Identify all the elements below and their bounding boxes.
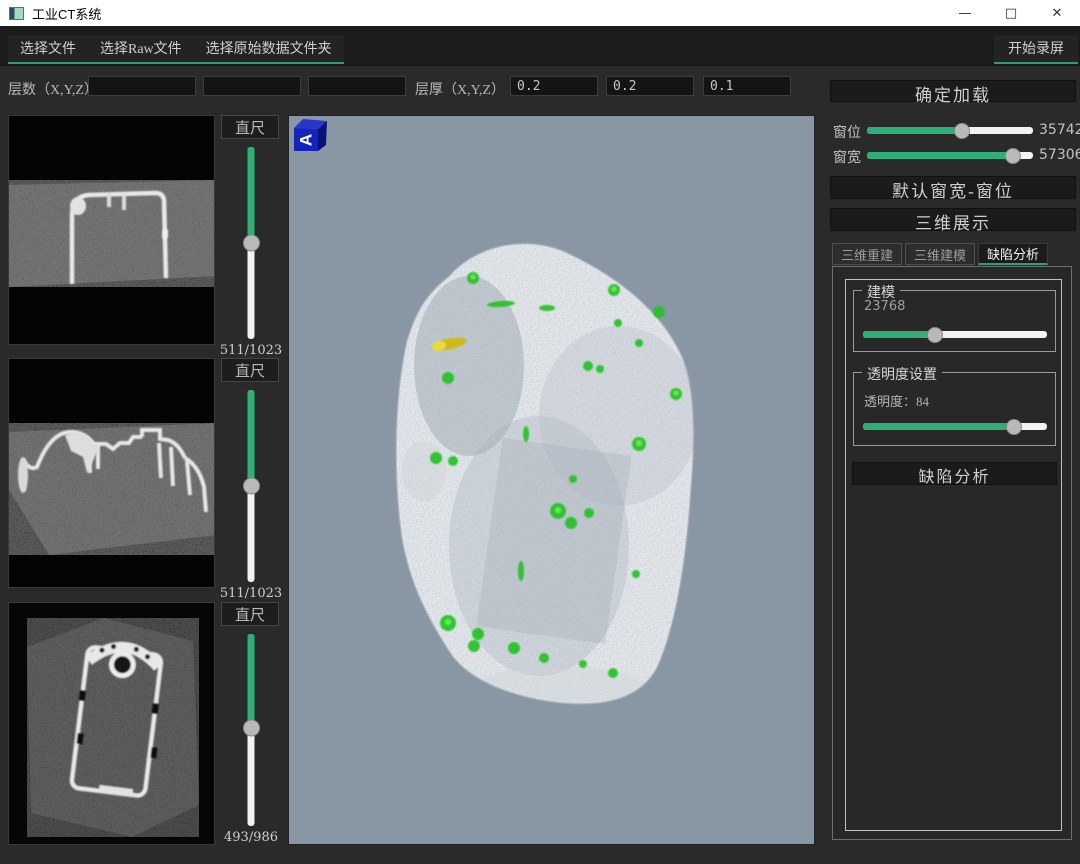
tab-3d-modeling[interactable]: 三维建模 xyxy=(905,243,975,265)
close-button[interactable]: ✕ xyxy=(1034,0,1080,26)
opacity-slider-handle[interactable] xyxy=(1006,419,1022,435)
select-raw-data-folder-button[interactable]: 选择原始数据文件夹 xyxy=(194,35,344,62)
slice-y-slider[interactable] xyxy=(248,390,255,582)
ruler-button-y[interactable]: 直尺 xyxy=(221,358,279,382)
modeling-groupbox: 建模 23768 xyxy=(853,290,1056,352)
ct-slice-view-x[interactable] xyxy=(8,115,215,345)
thickness-y-input[interactable] xyxy=(606,76,694,96)
slice-z-slider-group: 直尺 493/986 xyxy=(218,602,284,847)
slice-z-slider[interactable] xyxy=(248,634,255,826)
slice-x-slider-group: 直尺 511/1023 xyxy=(218,115,284,360)
defect-analysis-panel: 建模 23768 透明度设置 透明度：84 缺陷分析 xyxy=(832,266,1072,840)
defect-analysis-frame: 建模 23768 透明度设置 透明度：84 缺陷分析 xyxy=(845,279,1062,831)
default-window-button[interactable]: 默认窗宽-窗位 xyxy=(830,176,1076,199)
app-icon xyxy=(9,7,24,20)
ruler-button-z[interactable]: 直尺 xyxy=(221,602,279,626)
layers-label: 层数（X,Y,Z） xyxy=(8,79,98,99)
app-window: 工业CT系统 — □ ✕ 选择文件 选择Raw文件 选择原始数据文件夹 开始录屏… xyxy=(0,0,1080,864)
modeling-slider[interactable] xyxy=(863,331,1047,338)
modeling-slider-handle[interactable] xyxy=(927,327,943,343)
confirm-load-button[interactable]: 确定加载 xyxy=(830,80,1076,102)
display-3d-button[interactable]: 三维展示 xyxy=(830,208,1076,231)
slice-y-position: 511/1023 xyxy=(218,586,284,601)
select-raw-file-button[interactable]: 选择Raw文件 xyxy=(88,35,194,62)
ct-slice-view-y[interactable] xyxy=(8,358,215,588)
defect-analysis-button[interactable]: 缺陷分析 xyxy=(852,462,1057,485)
slice-z-slider-handle[interactable] xyxy=(243,720,260,737)
ct-slice-view-z[interactable] xyxy=(8,602,215,845)
window-width-slider[interactable] xyxy=(867,152,1033,159)
slice-z-position: 493/986 xyxy=(218,830,284,845)
minimize-button[interactable]: — xyxy=(942,0,988,26)
svg-text:A: A xyxy=(296,134,315,146)
render-viewport-3d[interactable]: A xyxy=(288,115,815,845)
ruler-button-x[interactable]: 直尺 xyxy=(221,115,279,139)
window-title: 工业CT系统 xyxy=(32,4,101,23)
window-level-value: 35742 xyxy=(1039,122,1080,138)
ct-slice-image-y xyxy=(9,359,215,588)
slice-x-position: 511/1023 xyxy=(218,343,284,358)
layers-x-input[interactable] xyxy=(88,76,196,96)
orientation-cube[interactable]: A xyxy=(289,116,331,156)
layers-y-input[interactable] xyxy=(203,76,301,96)
window-level-slider-handle[interactable] xyxy=(954,123,970,139)
tab-3d-reconstruction[interactable]: 三维重建 xyxy=(832,243,902,265)
slice-y-slider-group: 直尺 511/1023 xyxy=(218,358,284,603)
opacity-slider[interactable] xyxy=(863,423,1047,430)
modeling-value: 23768 xyxy=(864,299,905,314)
start-recording-button[interactable]: 开始录屏 xyxy=(994,35,1078,64)
tab-defect-analysis[interactable]: 缺陷分析 xyxy=(978,243,1048,265)
slice-x-slider-handle[interactable] xyxy=(243,235,260,252)
select-file-button[interactable]: 选择文件 xyxy=(8,35,88,62)
slice-y-slider-handle[interactable] xyxy=(243,478,260,495)
window-width-label: 窗宽 xyxy=(833,147,861,167)
layers-z-input[interactable] xyxy=(308,76,406,96)
ct-slice-image-x xyxy=(9,116,215,345)
file-button-group: 选择文件 选择Raw文件 选择原始数据文件夹 xyxy=(8,35,344,64)
ct-slice-image-z xyxy=(9,603,215,845)
opacity-value-label: 透明度：84 xyxy=(864,391,929,410)
analysis-tabs: 三维重建 三维建模 缺陷分析 xyxy=(832,243,1048,265)
opacity-groupbox: 透明度设置 透明度：84 xyxy=(853,372,1056,446)
window-width-value: 57306 xyxy=(1039,147,1080,163)
window-controls: — □ ✕ xyxy=(942,0,1080,26)
volume-render xyxy=(289,116,816,846)
toolbar: 选择文件 选择Raw文件 选择原始数据文件夹 开始录屏 xyxy=(0,26,1080,66)
maximize-button[interactable]: □ xyxy=(988,0,1034,26)
thickness-x-input[interactable] xyxy=(510,76,598,96)
window-level-slider[interactable] xyxy=(867,127,1033,134)
opacity-group-title: 透明度设置 xyxy=(862,364,942,384)
thickness-label: 层厚（X,Y,Z） xyxy=(415,79,505,99)
window-width-slider-handle[interactable] xyxy=(1005,148,1021,164)
thickness-z-input[interactable] xyxy=(703,76,791,96)
slice-x-slider[interactable] xyxy=(248,147,255,339)
titlebar: 工业CT系统 — □ ✕ xyxy=(0,0,1080,26)
window-level-label: 窗位 xyxy=(833,122,861,142)
